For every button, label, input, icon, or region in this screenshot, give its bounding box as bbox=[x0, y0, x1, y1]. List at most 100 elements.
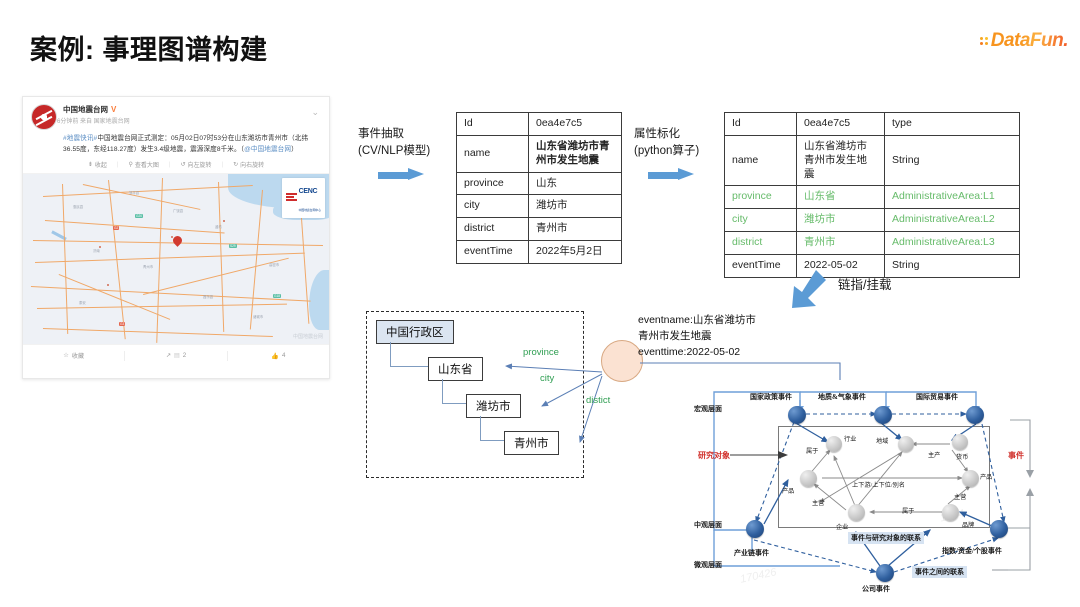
table-cell-type: type bbox=[884, 112, 1020, 136]
tool-view-large[interactable]: ⚲ 查看大图 bbox=[128, 160, 158, 169]
tool-rotate-right[interactable]: ↻ 向右旋转 bbox=[233, 160, 264, 169]
table-cell-key: district bbox=[724, 231, 797, 256]
table-row: district 青州市 AdministrativeArea:L3 bbox=[724, 231, 1020, 256]
graph-label-product-left: 产品 bbox=[782, 488, 795, 495]
table-cell-key: district bbox=[456, 217, 529, 242]
graph-relation-event-subject: 事件与研究对象的联系 bbox=[848, 532, 924, 544]
toolbar-divider: | bbox=[221, 161, 224, 168]
table-cell-key: name bbox=[724, 134, 797, 187]
graph-edge-label-belongs-1: 属于 bbox=[806, 448, 819, 455]
share-button[interactable]: ↗ ▤ 2 bbox=[125, 352, 226, 359]
table-cell-value: 0ea4e7c5 bbox=[796, 112, 885, 136]
chevron-down-icon[interactable]: ⌄ bbox=[311, 107, 319, 118]
table-cell-value: 山东省 bbox=[796, 185, 885, 210]
table-row: Id 0ea4e7c5 type bbox=[724, 112, 1020, 136]
flow-step-1-subtitle: (CV/NLP模型) bbox=[358, 144, 431, 157]
graph-label-region: 地域 bbox=[876, 438, 889, 445]
tree-line bbox=[390, 366, 428, 367]
graph-label-product-right: 产品 bbox=[980, 474, 993, 481]
knowledge-graph-diagram[interactable]: 1704 170426 bbox=[690, 380, 1072, 602]
table-row: province 山东省 AdministrativeArea:L1 bbox=[724, 185, 1020, 210]
table-row: city 潍坊市 bbox=[456, 194, 622, 219]
event-node-text: eventname:山东省潍坊市 青州市发生地震 eventtime:2022-… bbox=[638, 313, 756, 360]
location-pin-icon bbox=[173, 236, 182, 248]
weibo-header: 中国地震台网 V 6分钟前 来自 国家地震台网 ⌄ bbox=[23, 97, 329, 132]
earthquake-map[interactable]: 惠民县 邹平县 广饶县 济南 潍坊 青州市 泰安 昌乐县 诸城市 高密市 G20… bbox=[23, 174, 329, 345]
table-cell-type: String bbox=[884, 134, 1020, 187]
extracted-attributes-table: Id 0ea4e7c5 name 山东省潍坊市青州市发生地震 province 山东 cit… bbox=[456, 112, 622, 265]
weibo-account-name[interactable]: 中国地震台网 bbox=[63, 104, 108, 115]
table-cell-type: String bbox=[884, 254, 1020, 278]
flow-step-3-label: 链指/挂载 bbox=[838, 278, 892, 292]
cenc-mark-icon bbox=[285, 193, 297, 203]
graph-node-supplychain-event[interactable] bbox=[746, 520, 764, 538]
event-name-line1: eventname:山东省潍坊市 bbox=[638, 314, 756, 326]
event-node-circle[interactable] bbox=[601, 340, 643, 382]
table-row: city 潍坊市 AdministrativeArea:L2 bbox=[724, 208, 1020, 233]
brand-logo: DataFun. bbox=[979, 30, 1069, 52]
table-cell-key: city bbox=[724, 208, 797, 233]
graph-label-trade-event: 国际贸易事件 bbox=[916, 393, 958, 401]
graph-node-trade-event[interactable] bbox=[966, 406, 984, 424]
table-cell-key: name bbox=[456, 134, 529, 173]
weibo-action-bar[interactable]: ☆ 收藏 ↗ ▤ 2 👍 4 bbox=[23, 344, 329, 366]
table-cell-value: 0ea4e7c5 bbox=[528, 112, 622, 136]
graph-label-brand: 品牌 bbox=[962, 522, 975, 529]
table-row: name 山东省潍坊市青州市发生地震 String bbox=[724, 134, 1020, 187]
graph-node-index-capital-event[interactable] bbox=[990, 520, 1008, 538]
page-title: 案例: 事理图谱构建 bbox=[30, 35, 268, 65]
graph-label-geo-weather-event: 地质&气象事件 bbox=[818, 393, 866, 401]
graph-relation-event-event: 事件之间的联系 bbox=[912, 566, 967, 578]
arrow-right-icon-1 bbox=[378, 168, 424, 181]
graph-node-geo-weather-event[interactable] bbox=[874, 406, 892, 424]
toolbar-divider: | bbox=[168, 161, 171, 168]
table-cell-key: province bbox=[724, 185, 797, 210]
graph-node-region[interactable] bbox=[898, 436, 914, 452]
table-row: district 青州市 bbox=[456, 217, 622, 242]
table-cell-value: 山东省潍坊市青州市发生地震 bbox=[528, 134, 622, 173]
weibo-mention[interactable]: @中国地震台网 bbox=[244, 146, 291, 153]
graph-node-enterprise[interactable] bbox=[848, 504, 865, 521]
graph-node-product-right[interactable] bbox=[962, 470, 979, 487]
flow-step-1-title: 事件抽取 bbox=[358, 128, 404, 140]
table-row: Id 0ea4e7c5 bbox=[456, 112, 622, 136]
flow-step-2-title: 属性标化 bbox=[634, 128, 680, 140]
table-cell-key: province bbox=[456, 171, 529, 196]
table-cell-type: AdministrativeArea:L1 bbox=[884, 185, 1020, 210]
table-cell-value: 山东 bbox=[528, 171, 622, 196]
graph-edge-label-updown: 上下游/上下位/别名 bbox=[852, 482, 905, 489]
graph-label-currency: 货币 bbox=[956, 454, 969, 461]
graph-node-currency[interactable] bbox=[952, 434, 968, 450]
weibo-hashtag[interactable]: #地震快讯# bbox=[63, 135, 97, 142]
hierarchy-node-province[interactable]: 山东省 bbox=[428, 357, 483, 381]
tree-line bbox=[442, 403, 466, 404]
graph-node-company-event[interactable] bbox=[876, 564, 894, 582]
table-cell-key: Id bbox=[724, 112, 797, 136]
graph-node-industry[interactable] bbox=[826, 436, 842, 452]
graph-label-index-capital-event: 指数/资金/个股事件 bbox=[942, 547, 1002, 555]
research-subject-arrow bbox=[730, 451, 788, 459]
table-cell-value: 青州市 bbox=[796, 231, 885, 256]
graph-label-enterprise: 企业 bbox=[836, 524, 849, 531]
like-button[interactable]: 👍 4 bbox=[228, 352, 329, 360]
edge-label-district: distict bbox=[586, 395, 611, 406]
graph-layer-micro: 微观层面 bbox=[694, 561, 722, 569]
graph-label-policy-event: 国家政策事件 bbox=[750, 393, 792, 401]
flow-step-1-label: 事件抽取 (CV/NLP模型) bbox=[358, 126, 430, 159]
graph-node-policy-event[interactable] bbox=[788, 406, 806, 424]
table-cell-key: eventTime bbox=[456, 240, 529, 265]
weibo-post-card[interactable]: 中国地震台网 V 6分钟前 来自 国家地震台网 ⌄ #地震快讯#中国地震台网正式… bbox=[22, 96, 330, 379]
weibo-image-toolbar[interactable]: ⇟ 收起 | ⚲ 查看大图 | ↺ 向左旋转 | ↻ 向右旋转 bbox=[23, 155, 329, 175]
graph-label-industry: 行业 bbox=[844, 436, 857, 443]
favorite-button[interactable]: ☆ 收藏 bbox=[23, 351, 124, 360]
cenc-name-cn: 中国地震台网中心 bbox=[298, 208, 321, 213]
graph-node-product-left[interactable] bbox=[800, 470, 817, 487]
graph-edge-label-belongs-2: 属于 bbox=[902, 508, 915, 515]
table-cell-value: 潍坊市 bbox=[528, 194, 622, 219]
table-cell-value: 青州市 bbox=[528, 217, 622, 242]
edge-label-city: city bbox=[540, 373, 555, 384]
tool-collapse[interactable]: ⇟ 收起 bbox=[88, 160, 107, 169]
tool-rotate-left[interactable]: ↺ 向左旋转 bbox=[180, 160, 211, 169]
hierarchy-node-root[interactable]: 中国行政区 bbox=[376, 320, 454, 344]
graph-node-brand[interactable] bbox=[942, 504, 959, 521]
